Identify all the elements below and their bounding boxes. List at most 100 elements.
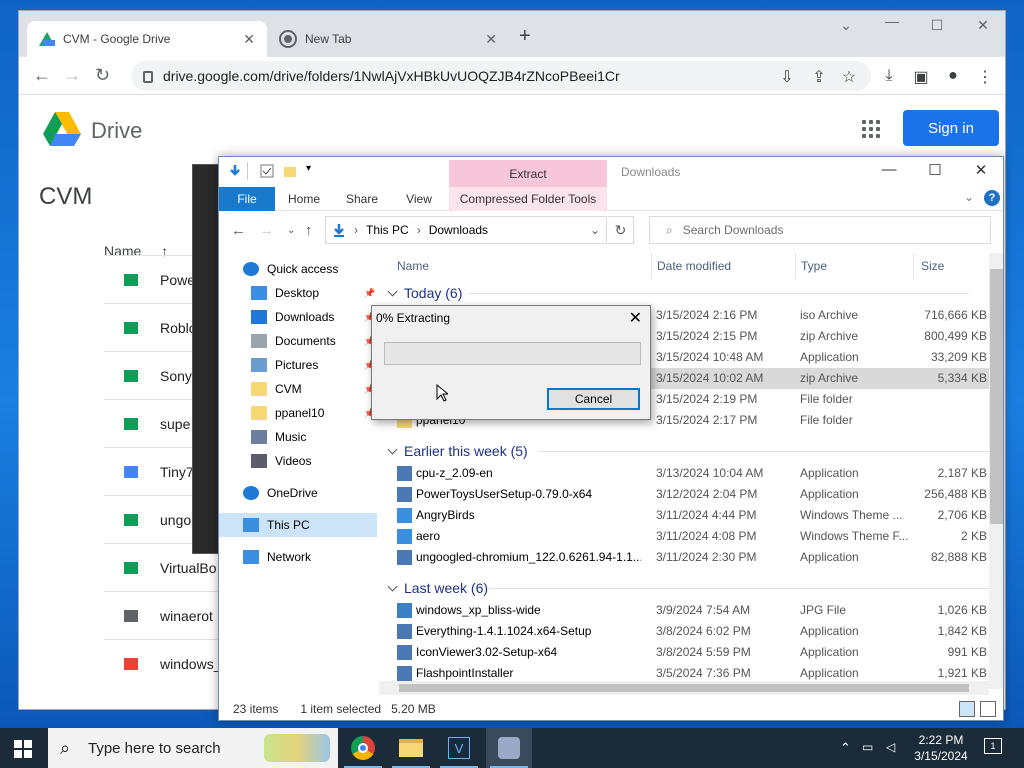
sidebar-item-network[interactable]: Network (219, 545, 377, 569)
properties-icon[interactable] (260, 164, 274, 178)
volume-muted-icon[interactable]: ◁ (886, 740, 895, 754)
sidebar-item-desktop[interactable]: Desktop 📌 (219, 281, 377, 305)
group-divider (539, 451, 989, 452)
sidebar-item-pictures[interactable]: Pictures 📌 (219, 353, 377, 377)
windows-start-icon[interactable] (14, 740, 32, 758)
reload-icon[interactable]: ↻ (95, 65, 110, 86)
sidebar-item-label: ppanel10 (275, 406, 325, 420)
group-header[interactable]: Last week (6) (387, 578, 488, 598)
group-header[interactable]: Today (6) (387, 283, 462, 303)
tab-search-chevron-icon[interactable]: ⌄ (836, 17, 856, 34)
sidebar-item-cvm[interactable]: CVM 📌 (219, 377, 377, 401)
tab-home[interactable]: Home (279, 187, 329, 211)
sign-in-button[interactable]: Sign in (903, 110, 999, 146)
up-arrow-icon[interactable]: ↑ (305, 222, 313, 239)
column-name[interactable]: Name (397, 253, 429, 279)
large-icons-view-icon[interactable] (980, 701, 996, 717)
clock[interactable]: 2:22 PM 3/15/2024 (904, 732, 978, 764)
profile-avatar-icon[interactable]: ● (943, 67, 963, 85)
new-tab-plus-icon[interactable]: + (519, 25, 531, 48)
breadcrumb-this-pc[interactable]: This PC (366, 223, 409, 237)
sidebar-item-documents[interactable]: Documents 📌 (219, 329, 377, 353)
status-selected: 1 item selected (300, 702, 382, 716)
search-box[interactable]: ⌕ Search Downloads (649, 216, 991, 244)
minimize-icon[interactable]: — (882, 13, 902, 29)
help-icon[interactable]: ? (984, 190, 1000, 206)
close-tab-icon[interactable]: ✕ (243, 31, 255, 48)
sidebar-item-downloads[interactable]: Downloads 📌 (219, 305, 377, 329)
address-bar[interactable]: drive.google.com/drive/folders/1NwlAjVxH… (131, 61, 871, 91)
maximize-icon[interactable]: ☐ (912, 161, 958, 179)
file-size: 33,209 KB (930, 350, 987, 364)
dialog-close-icon[interactable]: ✕ (629, 308, 642, 328)
tab-google-drive[interactable]: CVM - Google Drive ✕ (27, 21, 267, 57)
network-tray-icon[interactable]: ▭ (862, 740, 873, 754)
file-size: 1,842 KB (937, 624, 987, 638)
column-date-modified[interactable]: Date modified (657, 253, 731, 279)
group-header[interactable]: Earlier this week (5) (387, 441, 528, 461)
file-row[interactable]: windows_xp_bliss-wide 3/9/2024 7:54 AM JPG… (379, 600, 989, 621)
horizontal-scroll-thumb[interactable] (399, 684, 969, 692)
refresh-icon[interactable]: ↻ (608, 216, 634, 244)
sidebar-item-this-pc[interactable]: This PC (219, 513, 377, 537)
tab-view[interactable]: View (394, 187, 444, 211)
back-arrow-icon[interactable]: ← (33, 65, 51, 86)
close-tab-icon[interactable]: ✕ (485, 31, 497, 48)
tab-new-tab[interactable]: New Tab ✕ (269, 21, 509, 57)
address-dropdown-icon[interactable]: ⌄ (590, 223, 600, 237)
forward-arrow-icon[interactable]: → (63, 65, 81, 86)
taskbar-search-box[interactable]: ⌕ Type here to search (48, 728, 338, 768)
address-bar[interactable]: › This PC › Downloads ⌄ (325, 216, 607, 244)
minimize-icon[interactable]: — (866, 161, 912, 178)
sidebar-item-music[interactable]: Music (219, 425, 377, 449)
breadcrumb-downloads[interactable]: Downloads (429, 223, 488, 237)
back-arrow-icon[interactable]: ← (231, 222, 246, 239)
taskbar-chrome[interactable] (340, 728, 386, 768)
sidebar-item-ppanel10[interactable]: ppanel10 📌 (219, 401, 377, 425)
file-row[interactable]: IconViewer3.02-Setup-x64 3/8/2024 5:59 PM… (379, 642, 989, 663)
expand-ribbon-icon[interactable]: ⌄ (964, 190, 974, 204)
bookmark-star-icon[interactable]: ☆ (839, 67, 859, 87)
vertical-scroll-thumb[interactable] (990, 269, 1003, 524)
google-apps-grid-icon[interactable] (862, 120, 880, 138)
extract-context-tab[interactable]: Extract (449, 160, 607, 187)
customize-qat-icon[interactable]: ▾ (306, 163, 311, 174)
file-row[interactable]: ungoogled-chromium_122.0.6261.94-1.1... 3… (379, 547, 989, 568)
cancel-button[interactable]: Cancel (547, 388, 640, 410)
file-row[interactable]: PowerToysUserSetup-0.79.0-x64 3/12/2024 2… (379, 484, 989, 505)
sidebar-item-quick-access[interactable]: Quick access (219, 257, 377, 281)
file-date: 3/11/2024 4:44 PM (656, 508, 757, 522)
file-row[interactable]: AngryBirds 3/11/2024 4:44 PM Windows Theme… (379, 505, 989, 526)
forward-arrow-icon[interactable]: → (259, 222, 274, 239)
documents-icon (251, 334, 267, 348)
sidebar-item-videos[interactable]: Videos (219, 449, 377, 473)
share-icon[interactable]: ⇪ (809, 67, 829, 87)
tab-compressed-folder-tools[interactable]: Compressed Folder Tools (449, 187, 607, 211)
folder-title: CVM (39, 183, 93, 210)
tab-share[interactable]: Share (337, 187, 387, 211)
notifications-icon[interactable]: 1 (984, 738, 1002, 754)
details-view-icon[interactable] (959, 701, 975, 717)
file-size: 256,488 KB (924, 487, 987, 501)
file-row[interactable]: aero 3/11/2024 4:08 PM Windows Theme F... 2… (379, 526, 989, 547)
chrome-menu-icon[interactable]: ⋮ (975, 67, 995, 87)
close-window-icon[interactable]: ✕ (973, 17, 993, 34)
column-size[interactable]: Size (921, 253, 944, 279)
taskbar-file-explorer[interactable] (388, 728, 434, 768)
install-app-icon[interactable]: ⇩ (777, 67, 797, 87)
side-panel-icon[interactable]: ▣ (911, 67, 931, 87)
downloads-icon[interactable]: ⤓ (879, 67, 899, 85)
taskbar-archive-tool[interactable] (486, 728, 532, 768)
quick-access-download-icon[interactable] (228, 164, 242, 178)
maximize-icon[interactable]: ☐ (927, 17, 947, 34)
file-row[interactable]: Everything-1.4.1.1024.x64-Setup 3/8/2024 … (379, 621, 989, 642)
tab-file[interactable]: File (219, 187, 275, 211)
sidebar-item-onedrive[interactable]: OneDrive (219, 481, 377, 505)
recent-locations-icon[interactable]: ⌄ (287, 225, 295, 236)
column-type[interactable]: Type (801, 253, 827, 279)
close-window-icon[interactable]: ✕ (958, 161, 1003, 179)
taskbar-video-app[interactable]: V (436, 728, 482, 768)
new-folder-icon[interactable] (283, 164, 297, 178)
file-row[interactable]: cpu-z_2.09-en 3/13/2024 10:04 AM Applicati… (379, 463, 989, 484)
show-hidden-icons-icon[interactable]: ⌃ (840, 740, 851, 756)
